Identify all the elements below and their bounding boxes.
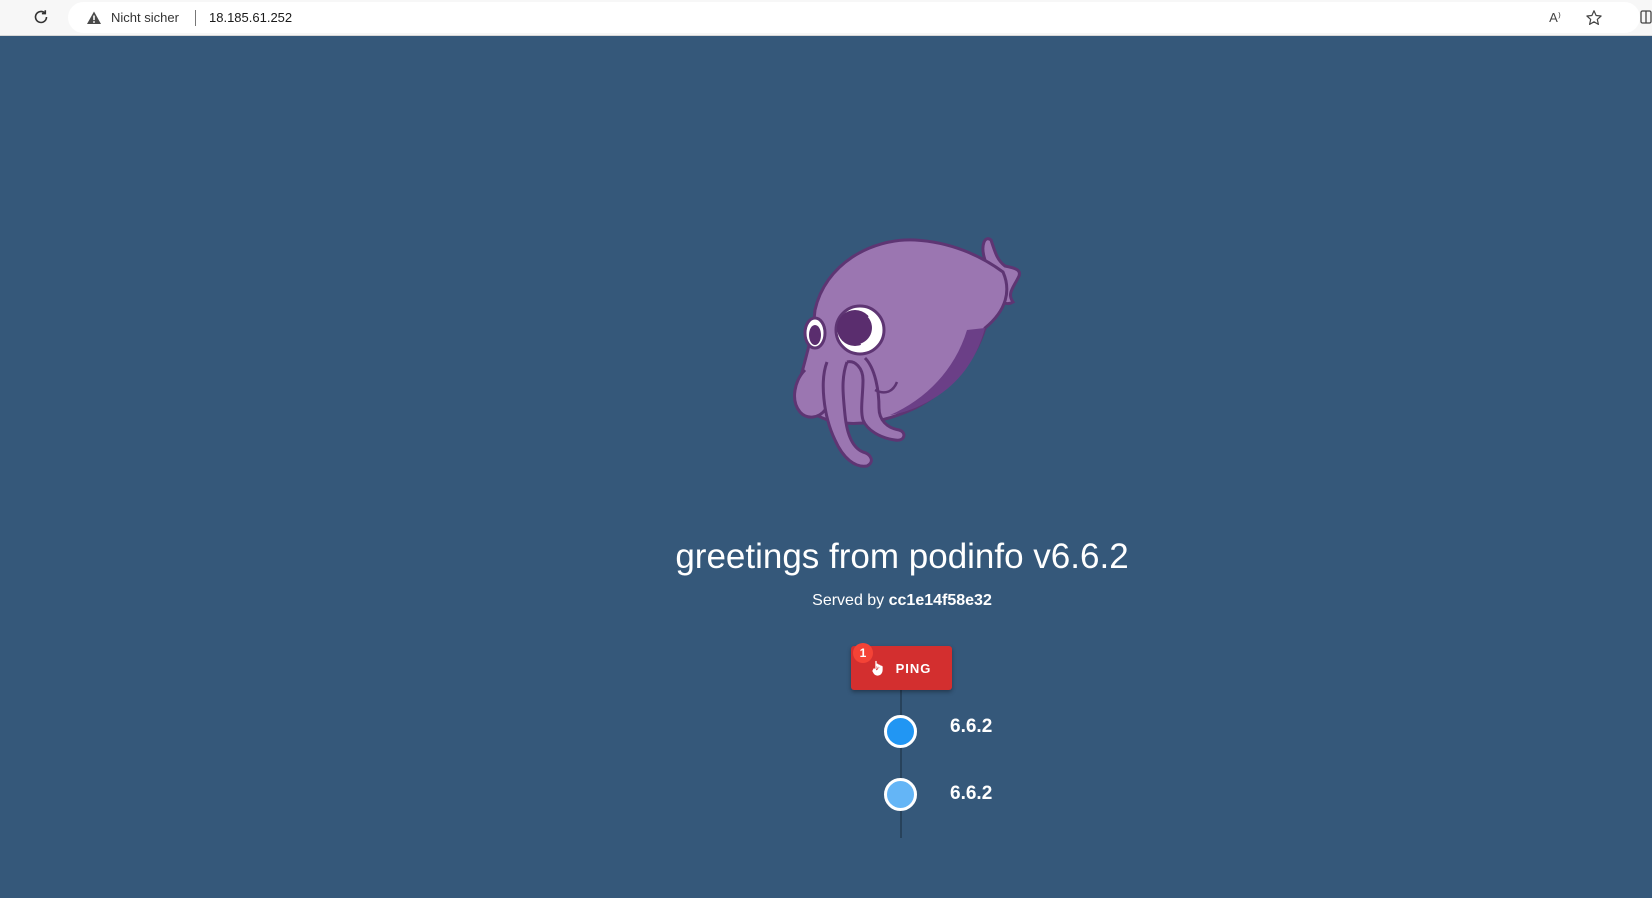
timeline-item-version: 6.6.2 (950, 716, 993, 737)
hand-pointer-icon (871, 660, 883, 676)
ping-count-badge: 1 (853, 643, 873, 663)
url-text[interactable]: 18.185.61.252 (209, 10, 292, 26)
timeline-dot (884, 778, 917, 811)
timeline-line (900, 690, 902, 838)
browser-toolbar: Nicht sicher 18.185.61.252 A⁾ (0, 0, 1652, 36)
favorite-star-icon[interactable] (1583, 7, 1605, 29)
security-status[interactable]: Nicht sicher (111, 10, 179, 26)
split-screen-icon[interactable] (1640, 10, 1652, 24)
cuttlefish-mascot (793, 237, 1021, 468)
page-title: greetings from podinfo v6.6.2 (675, 537, 1129, 576)
timeline-dot (884, 715, 917, 748)
read-aloud-icon[interactable]: A⁾ (1544, 8, 1566, 28)
address-separator (195, 10, 196, 26)
ping-label: PING (895, 660, 932, 676)
served-by-line: Served by cc1e14f58e32 (0, 591, 1652, 611)
served-by-host: cc1e14f58e32 (888, 592, 992, 609)
address-bar[interactable]: Nicht sicher 18.185.61.252 A⁾ (68, 2, 1640, 33)
reload-icon[interactable] (28, 4, 54, 30)
warning-icon[interactable] (86, 10, 102, 26)
served-by-label: Served by (812, 592, 889, 609)
timeline-item-version: 6.6.2 (950, 783, 993, 804)
